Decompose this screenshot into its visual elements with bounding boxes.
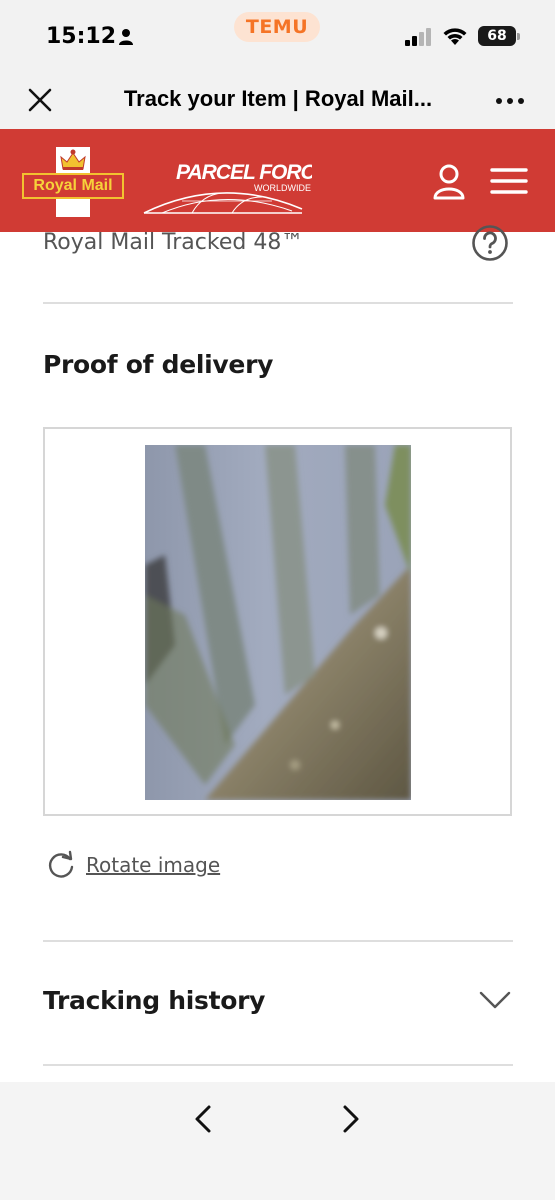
- wifi-icon: [443, 28, 467, 45]
- help-icon[interactable]: [471, 224, 509, 262]
- service-name: Royal Mail Tracked 48™: [43, 230, 304, 255]
- signal-icon: [405, 28, 431, 46]
- rotate-image-label: Rotate image: [86, 853, 221, 877]
- user-icon[interactable]: [432, 164, 466, 200]
- rotate-icon: [48, 850, 74, 878]
- status-time: 15:12: [46, 24, 117, 49]
- battery-icon: 68: [478, 26, 520, 46]
- chevron-left-icon[interactable]: [192, 1104, 214, 1134]
- tracking-history-toggle[interactable]: Tracking history: [43, 984, 513, 1024]
- status-bar: 15:12 TEMU 68: [0, 0, 555, 70]
- parcelforce-sub-text: WORLDWIDE: [254, 183, 311, 193]
- person-icon: [119, 29, 133, 45]
- more-icon[interactable]: [494, 96, 526, 106]
- chevron-down-icon: [479, 991, 511, 1009]
- parcelforce-logo[interactable]: PARCEL FORCE WORLDWIDE: [142, 157, 312, 217]
- browser-bottom-bar: [0, 1082, 555, 1200]
- proof-of-delivery-heading: Proof of delivery: [43, 350, 274, 379]
- royal-mail-logo-text: Royal Mail: [22, 173, 124, 199]
- divider: [43, 940, 513, 942]
- temu-app-pill[interactable]: TEMU: [234, 12, 320, 42]
- crown-icon: [60, 149, 86, 170]
- site-header: Royal Mail PARCEL FORCE WORLDWIDE: [0, 129, 555, 232]
- browser-title-bar: Track your Item | Royal Mail...: [0, 70, 555, 129]
- divider: [43, 1064, 513, 1066]
- chevron-right-icon[interactable]: [340, 1104, 362, 1134]
- royal-mail-logo[interactable]: Royal Mail: [22, 147, 124, 217]
- divider: [43, 302, 513, 304]
- proof-of-delivery-frame: [43, 427, 512, 816]
- menu-icon[interactable]: [490, 167, 528, 195]
- tracking-history-label: Tracking history: [43, 986, 266, 1015]
- proof-of-delivery-photo[interactable]: [145, 445, 411, 800]
- page-title: Track your Item | Royal Mail...: [123, 86, 433, 111]
- service-row: Royal Mail Tracked 48™: [43, 225, 513, 268]
- close-icon[interactable]: [26, 86, 54, 114]
- parcelforce-logo-text: PARCEL FORCE: [176, 161, 312, 184]
